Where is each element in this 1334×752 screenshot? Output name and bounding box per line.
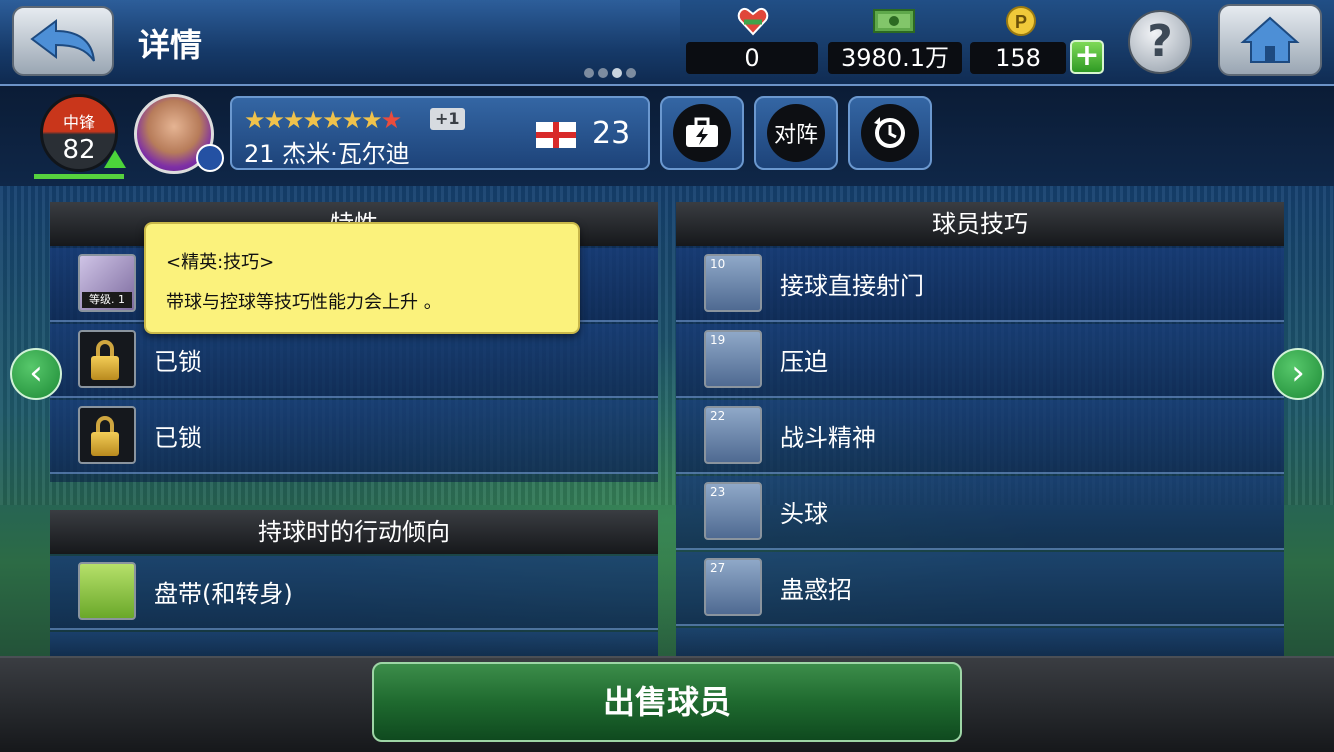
skill-label: 接球直接射门 bbox=[780, 272, 924, 300]
skill-number: 10 bbox=[710, 257, 726, 271]
page-indicator bbox=[584, 68, 636, 78]
sell-player-button[interactable]: 出售球员 bbox=[372, 662, 962, 742]
page-dot bbox=[584, 68, 594, 78]
skill-row[interactable]: 22 战斗精神 bbox=[676, 400, 1284, 474]
trait-label: 已锁 bbox=[154, 348, 202, 376]
player-name-card: ★★★★★★★★ +1 21 杰米·瓦尔迪 23 bbox=[230, 96, 650, 170]
position-label: 中锋 bbox=[62, 113, 95, 132]
lock-icon bbox=[78, 406, 136, 464]
coin-icon: P bbox=[1006, 6, 1036, 36]
lock-icon bbox=[78, 330, 136, 388]
prev-page-button[interactable]: ‹ bbox=[10, 348, 62, 400]
briefcase-lightning-icon bbox=[686, 117, 718, 147]
trait-tooltip: <精英:技巧> 带球与控球等技巧性能力会上升 。 bbox=[144, 222, 580, 334]
trait-row-locked[interactable]: 已锁 bbox=[50, 400, 658, 474]
history-clock-icon bbox=[874, 117, 905, 148]
skill-icon: 23 bbox=[704, 482, 762, 540]
tendency-row-partial[interactable] bbox=[50, 632, 658, 656]
rating-progress-bar bbox=[34, 174, 124, 179]
trait-row-locked[interactable]: 已锁 bbox=[50, 324, 658, 398]
tendency-row[interactable]: 盘带(和转身) bbox=[50, 556, 658, 630]
next-page-button[interactable]: › bbox=[1272, 348, 1324, 400]
help-button[interactable]: ? bbox=[1128, 10, 1192, 74]
handshake-heart-icon bbox=[737, 8, 769, 36]
england-flag-icon bbox=[536, 122, 576, 148]
star-rating: ★★★★★★★★ bbox=[244, 106, 402, 134]
back-arrow-icon bbox=[30, 19, 95, 62]
skill-row[interactable]: 10 接球直接射门 bbox=[676, 248, 1284, 322]
lineup-button[interactable]: 对阵 bbox=[754, 96, 838, 170]
skill-icon: 10 bbox=[704, 254, 762, 312]
tendency-label: 盘带(和转身) bbox=[154, 580, 293, 608]
skill-label: 压迫 bbox=[780, 348, 828, 376]
tendency-panel-title: 持球时的行动倾向 bbox=[50, 510, 658, 554]
skills-panel-title: 球员技巧 bbox=[676, 202, 1284, 246]
page-title: 详情 bbox=[138, 26, 203, 64]
skill-number: 19 bbox=[710, 333, 726, 347]
skill-row[interactable]: 19 压迫 bbox=[676, 324, 1284, 398]
skill-row[interactable]: 23 头球 bbox=[676, 476, 1284, 550]
club-badge-icon bbox=[196, 144, 224, 172]
gold-stars: ★★★★★★★ bbox=[244, 106, 383, 134]
trait-level: 等级. 1 bbox=[82, 292, 132, 308]
tooltip-title: <精英:技巧> bbox=[166, 252, 275, 273]
rating-up-arrow-icon bbox=[104, 150, 126, 168]
skill-number: 27 bbox=[710, 561, 726, 575]
lineup-label: 对阵 bbox=[773, 123, 818, 148]
tooltip-body: 带球与控球等技巧性能力会上升 。 bbox=[166, 292, 442, 313]
add-coins-button[interactable]: + bbox=[1070, 40, 1104, 74]
skill-icon: 22 bbox=[704, 406, 762, 464]
skill-icon: 27 bbox=[704, 558, 762, 616]
training-button[interactable] bbox=[660, 96, 744, 170]
chevron-right-icon: › bbox=[1291, 353, 1305, 393]
svg-text:P: P bbox=[1015, 12, 1027, 32]
skill-row[interactable]: 27 蛊惑招 bbox=[676, 552, 1284, 626]
skill-label: 蛊惑招 bbox=[780, 576, 852, 604]
skill-icon: 19 bbox=[704, 330, 762, 388]
dribble-icon bbox=[78, 562, 136, 620]
home-icon bbox=[1240, 16, 1300, 63]
money-stack-icon bbox=[873, 9, 915, 33]
coin-counter: 158 bbox=[970, 42, 1066, 74]
skill-label: 战斗精神 bbox=[780, 424, 876, 452]
player-age: 23 bbox=[592, 116, 631, 151]
page-dot bbox=[598, 68, 608, 78]
home-button[interactable] bbox=[1218, 4, 1322, 76]
red-star: ★ bbox=[380, 106, 402, 134]
elite-technique-icon: 等级. 1 bbox=[78, 254, 136, 312]
player-name: 21 杰米·瓦尔迪 bbox=[244, 140, 410, 168]
heart-counter: 0 bbox=[686, 42, 818, 74]
money-counter: 3980.1万 bbox=[828, 42, 962, 74]
chevron-left-icon: ‹ bbox=[29, 353, 43, 393]
page-dot bbox=[626, 68, 636, 78]
star-bonus-badge: +1 bbox=[430, 108, 465, 130]
trait-label: 已锁 bbox=[154, 424, 202, 452]
history-button[interactable] bbox=[848, 96, 932, 170]
skill-label: 头球 bbox=[780, 500, 828, 528]
skill-number: 22 bbox=[710, 409, 726, 423]
skill-number: 23 bbox=[710, 485, 726, 499]
page-dot-active bbox=[612, 68, 622, 78]
back-button[interactable] bbox=[12, 6, 114, 76]
skill-row-partial[interactable] bbox=[676, 628, 1284, 656]
